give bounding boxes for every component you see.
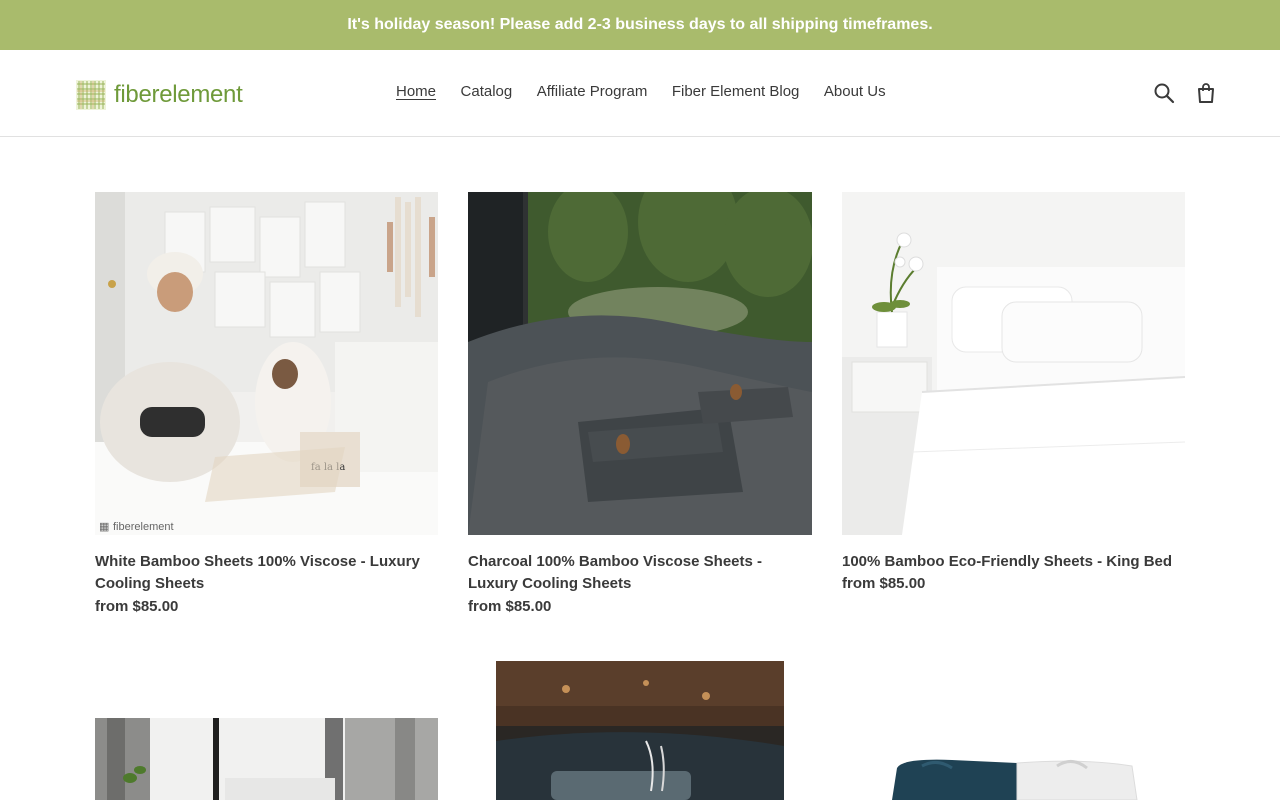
site-header: fiberelement Home Catalog Affiliate Prog… <box>0 50 1280 137</box>
product-image[interactable]: fa la la ▦ fiberelement <box>95 192 438 535</box>
product-card[interactable]: fa la la ▦ fiberelement White Bamboo She… <box>95 192 438 615</box>
product-image[interactable] <box>496 661 784 800</box>
search-icon <box>1154 83 1175 104</box>
image-watermark: fiberelement <box>113 521 174 533</box>
product-image[interactable] <box>842 192 1185 535</box>
product-card[interactable]: 100% Bamboo Eco-Friendly Sheets - King B… <box>842 192 1185 612</box>
product-title[interactable]: 100% Bamboo Eco-Friendly Sheets - King B… <box>842 551 1185 573</box>
header-actions <box>1152 81 1218 105</box>
product-title[interactable]: White Bamboo Sheets 100% Viscose - Luxur… <box>95 551 438 595</box>
nav-catalog[interactable]: Catalog <box>461 82 513 102</box>
announcement-text: It's holiday season! Please add 2-3 busi… <box>347 16 933 33</box>
nav-home[interactable]: Home <box>396 82 436 102</box>
search-button[interactable] <box>1152 81 1176 105</box>
product-price: from $85.00 <box>842 575 926 592</box>
product-title[interactable]: Charcoal 100% Bamboo Viscose Sheets - Lu… <box>468 551 812 595</box>
product-image[interactable] <box>468 192 812 535</box>
product-price: from $85.00 <box>95 598 179 615</box>
cart-icon <box>1198 83 1214 103</box>
product-price: from $85.00 <box>468 598 552 615</box>
logo-link[interactable]: fiberelement <box>75 79 243 111</box>
cart-button[interactable] <box>1194 81 1218 105</box>
product-image[interactable] <box>842 718 1185 800</box>
product-image[interactable] <box>95 718 438 800</box>
product-card[interactable]: Charcoal 100% Bamboo Viscose Sheets - Lu… <box>468 192 812 615</box>
product-card[interactable] <box>496 661 784 800</box>
nav-affiliate-program[interactable]: Affiliate Program <box>537 82 648 102</box>
product-card[interactable] <box>842 718 1185 800</box>
svg-text:▦: ▦ <box>99 521 109 533</box>
announcement-bar: It's holiday season! Please add 2-3 busi… <box>0 0 1280 50</box>
nav-about-us[interactable]: About Us <box>824 82 886 102</box>
logo-icon <box>76 80 106 110</box>
product-card[interactable] <box>95 718 438 800</box>
main-nav: Home Catalog Affiliate Program Fiber Ele… <box>396 82 910 102</box>
nav-blog[interactable]: Fiber Element Blog <box>672 82 800 102</box>
logo-text: fiberelement <box>114 81 243 108</box>
